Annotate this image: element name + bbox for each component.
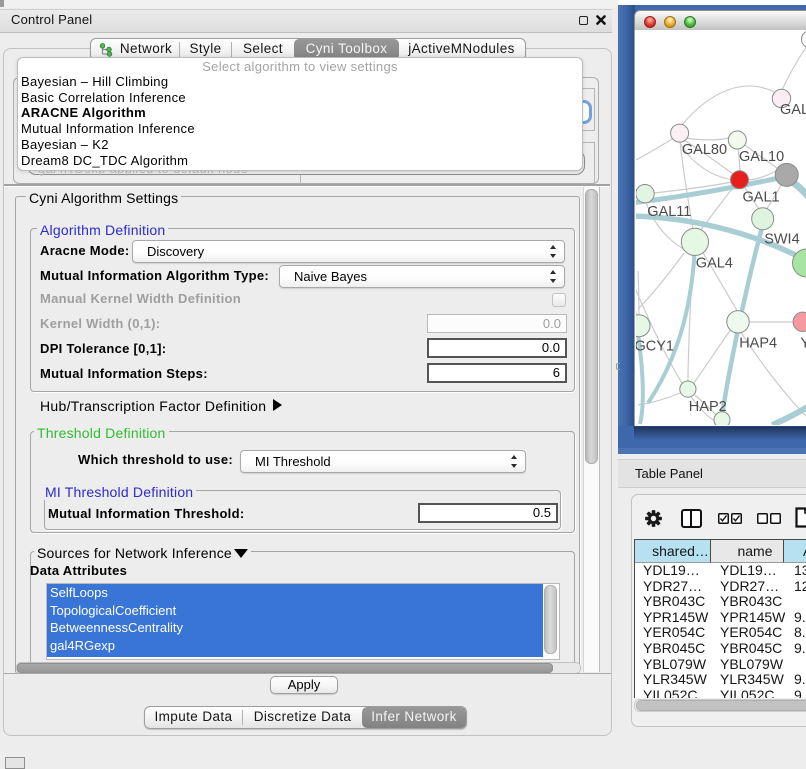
svg-text:SWI4: SWI4 (764, 231, 799, 247)
svg-text:HAP2: HAP2 (689, 399, 727, 415)
svg-text:GAL10: GAL10 (739, 149, 784, 165)
svg-text:GAL4: GAL4 (696, 256, 733, 272)
svg-text:GAL80: GAL80 (682, 142, 727, 158)
svg-text:GCY1: GCY1 (636, 339, 674, 355)
svg-text:HAP4: HAP4 (739, 335, 777, 351)
svg-text:GAL7: GAL7 (780, 102, 806, 118)
svg-text:GAL11: GAL11 (647, 204, 691, 220)
svg-text:GAL1: GAL1 (743, 190, 780, 206)
svg-text:Y: Y (800, 335, 806, 351)
